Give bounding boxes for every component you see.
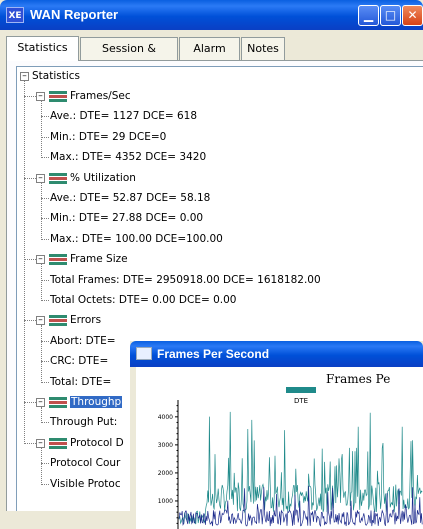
tree-group-label[interactable]: Frames/Sec	[70, 89, 131, 103]
legend-label: DTE	[294, 397, 308, 405]
stat-node-icon	[49, 254, 67, 266]
tab-statistics[interactable]: Statistics	[6, 36, 79, 61]
y-tick-label: 3000	[158, 442, 173, 449]
chart-window-icon	[136, 347, 152, 360]
tree-connector	[41, 422, 49, 424]
tree-connector	[24, 402, 36, 403]
tree-group-label[interactable]: Throughp	[70, 395, 123, 409]
tree-group-label[interactable]: Frame Size	[70, 252, 128, 266]
chart-window-titlebar[interactable]: Frames Per Second	[130, 341, 423, 367]
close-icon: ✕	[407, 8, 418, 22]
tree-connector	[41, 361, 49, 363]
tree-group-text: Throughp	[70, 396, 123, 408]
tree-group-text: Protocol D	[70, 436, 124, 449]
tree-item[interactable]: Total: DTE=	[50, 375, 111, 389]
tree-group-text: % Utilization	[70, 171, 136, 184]
tree-item[interactable]: Protocol Cour	[50, 456, 120, 470]
tree-group-text: Frame Size	[70, 253, 128, 266]
tree-root-label[interactable]: Statistics	[32, 69, 80, 83]
window-titlebar[interactable]: XE WAN Reporter ▁ □ ✕	[0, 0, 423, 30]
tree-connector	[41, 325, 42, 383]
stat-node-icon	[49, 397, 67, 408]
collapse-icon[interactable]: –	[36, 398, 45, 407]
tree-connector	[41, 407, 42, 424]
tree-group-text: Frames/Sec	[70, 90, 131, 102]
tree-connector	[41, 381, 49, 383]
minimize-button[interactable]: ▁	[358, 5, 379, 26]
status-bar	[0, 511, 130, 529]
collapse-icon[interactable]: –	[36, 173, 45, 183]
series-dte-line	[178, 411, 423, 525]
tree-connector	[41, 463, 49, 465]
minimize-icon: ▁	[363, 8, 374, 22]
stat-node-icon	[49, 315, 67, 327]
frames-chart: DTE 1000 2000 3000 4000	[158, 387, 423, 529]
y-tick-label: 4000	[158, 414, 173, 421]
tab-session-config[interactable]: Session & Config	[80, 37, 178, 77]
tree-connector	[41, 136, 49, 138]
xe-app-icon: XE	[6, 7, 24, 23]
tree-group-text: Errors	[70, 314, 102, 327]
tree-item[interactable]: Min.: DTE= 29 DCE=0	[50, 130, 166, 144]
chart-window-title: Frames Per Second	[157, 347, 270, 361]
chart-window[interactable]: Frames Per Second Frames Pe DTE 1000 2000 3…	[130, 341, 423, 529]
tab-alarm-log[interactable]: Alarm Log	[179, 37, 240, 77]
chart-plot-area: Frames Pe DTE 1000 2000 3000 4000	[136, 367, 423, 529]
tree-connector	[24, 259, 36, 261]
stat-node-icon	[49, 172, 67, 184]
tree-item[interactable]: CRC: DTE=	[50, 354, 108, 368]
tree-connector	[41, 101, 42, 159]
tab-notes[interactable]: Notes	[241, 37, 285, 60]
tree-item[interactable]: Visible Protoc	[50, 477, 121, 491]
window-title: WAN Reporter	[30, 7, 119, 22]
tree-group-label[interactable]: Protocol D	[70, 436, 124, 450]
tree-group-label[interactable]: % Utilization	[70, 171, 136, 185]
tree-connector	[41, 279, 49, 281]
maximize-button[interactable]: □	[380, 5, 401, 26]
tree-connector	[41, 157, 49, 159]
tree-connector	[24, 320, 36, 322]
maximize-icon: □	[384, 8, 397, 22]
stat-node-icon	[49, 437, 67, 449]
tree-item[interactable]: Ave.: DTE= 1127 DCE= 618	[50, 109, 197, 123]
tree-connector	[24, 81, 25, 444]
tree-group-label[interactable]: Errors	[70, 313, 101, 327]
tree-connector	[24, 177, 36, 179]
tree-connector	[41, 300, 49, 301]
tree-item[interactable]: Max.: DTE= 100.00 DCE=100.00	[50, 232, 223, 246]
collapse-icon[interactable]: –	[36, 255, 45, 265]
tree-connector	[41, 218, 49, 220]
collapse-icon[interactable]: –	[36, 316, 45, 326]
tree-connector	[24, 96, 36, 97]
tree-connector	[41, 238, 49, 240]
tree-connector	[41, 198, 49, 199]
y-tick-label: 2000	[158, 470, 173, 477]
tree-connector	[41, 264, 42, 301]
tree-connector	[41, 116, 49, 118]
collapse-icon[interactable]: –	[36, 92, 45, 101]
stat-node-icon	[49, 91, 67, 102]
tree-connector	[41, 447, 42, 485]
tree-connector	[24, 442, 36, 444]
tree-item[interactable]: Through Put:	[50, 415, 117, 429]
tree-connector	[41, 483, 49, 485]
tree-connector	[41, 182, 42, 240]
tree-item[interactable]: Max.: DTE= 4352 DCE= 3420	[50, 150, 206, 164]
tree-connector	[41, 340, 49, 342]
tree-item[interactable]: Min.: DTE= 27.88 DCE= 0.00	[50, 211, 203, 225]
close-button[interactable]: ✕	[402, 5, 423, 26]
collapse-icon[interactable]: –	[36, 438, 45, 448]
tree-item[interactable]: Total Octets: DTE= 0.00 DCE= 0.00	[50, 293, 237, 307]
collapse-icon[interactable]: –	[20, 72, 29, 81]
y-tick-label: 1000	[158, 498, 173, 505]
tree-item[interactable]: Abort: DTE=	[50, 334, 116, 348]
legend-swatch	[286, 387, 316, 393]
tree-item[interactable]: Ave.: DTE= 52.87 DCE= 58.18	[50, 191, 210, 205]
tree-item[interactable]: Total Frames: DTE= 2950918.00 DCE= 16181…	[50, 273, 321, 287]
